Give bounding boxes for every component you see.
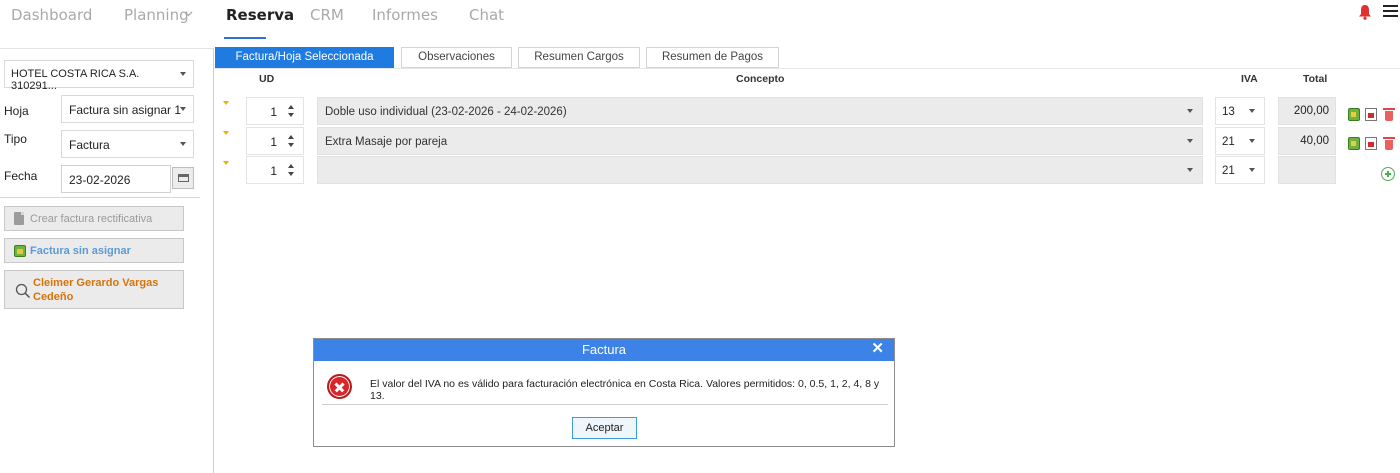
tipo-label: Tipo (4, 132, 27, 146)
ud-stepper[interactable]: 1 (246, 127, 304, 155)
row-expand-icon[interactable] (223, 161, 229, 165)
menu-icon[interactable] (1383, 5, 1398, 18)
invoice-icon (14, 245, 26, 257)
row-expand-icon[interactable] (223, 131, 229, 135)
dialog-message: El valor del IVA no es válido para factu… (370, 378, 880, 402)
caret-down-icon (1249, 109, 1255, 113)
ud-value: 1 (270, 135, 277, 149)
spinner-icon[interactable] (288, 164, 294, 176)
concepto-value: Extra Masaje por pareja (325, 136, 448, 148)
fecha-input[interactable]: 23-02-2026 (61, 165, 171, 193)
active-tab-indicator (224, 37, 266, 39)
bell-icon[interactable] (1358, 4, 1372, 20)
tab-bar-border (214, 68, 1400, 69)
trash-icon[interactable] (1383, 137, 1395, 150)
total-field (1278, 156, 1336, 184)
hoja-select-value: Factura sin asignar 1 (69, 103, 182, 117)
fecha-label: Fecha (4, 169, 38, 183)
tab-resumen-de-pagos[interactable]: Resumen de Pagos (646, 47, 779, 68)
dialog-divider (322, 404, 888, 405)
pdf-icon[interactable] (1365, 108, 1377, 121)
iva-value: 13 (1222, 106, 1235, 118)
fecha-input-value: 23-02-2026 (69, 173, 131, 187)
nav-reserva[interactable]: Reserva (226, 6, 294, 24)
invoice-icon[interactable] (1348, 137, 1360, 150)
dialog-title: Factura (581, 342, 627, 357)
column-header-concepto: Concepto (736, 73, 785, 85)
tab-factura-hoja-seleccionada[interactable]: Factura/Hoja Seleccionada (215, 47, 394, 68)
add-line-icon[interactable] (1381, 167, 1395, 181)
caret-down-icon (1249, 168, 1255, 172)
total-field: 200,00 (1278, 97, 1336, 125)
chevron-down-icon[interactable] (184, 11, 193, 17)
ud-stepper[interactable]: 1 (246, 97, 304, 125)
spinner-icon[interactable] (288, 135, 294, 147)
concepto-select[interactable]: Doble uso individual (23-02-2026 - 24-02… (317, 97, 1203, 125)
iva-value: 21 (1222, 165, 1235, 177)
nav-crm[interactable]: CRM (310, 6, 344, 24)
hoja-select[interactable]: Factura sin asignar 1 (61, 95, 194, 123)
caret-down-icon (1187, 168, 1193, 172)
caret-down-icon (1187, 109, 1193, 113)
concepto-value: Doble uso individual (23-02-2026 - 24-02… (325, 106, 567, 118)
calendar-button[interactable] (172, 167, 194, 189)
trash-icon[interactable] (1383, 108, 1395, 121)
column-header-total: Total (1303, 73, 1328, 85)
nav-chat[interactable]: Chat (469, 6, 504, 24)
factura-sin-asignar-button[interactable]: Factura sin asignar (4, 238, 184, 263)
ud-stepper[interactable]: 1 (246, 156, 304, 184)
caret-down-icon (1249, 139, 1255, 143)
concepto-select[interactable] (317, 156, 1203, 184)
tab-resumen-cargos[interactable]: Resumen Cargos (518, 47, 640, 68)
dialog-header: Factura ✕ (314, 339, 894, 361)
caret-down-icon (180, 107, 186, 111)
sidebar: HOTEL COSTA RICA S.A. 310291... Hoja Fac… (0, 48, 214, 473)
tipo-select[interactable]: Factura (61, 130, 194, 158)
invoice-icon[interactable] (1348, 108, 1360, 121)
concepto-select[interactable]: Extra Masaje por pareja (317, 127, 1203, 155)
column-header-ud: UD (259, 73, 275, 85)
total-field: 40,00 (1278, 127, 1336, 155)
nav-informes[interactable]: Informes (372, 6, 438, 24)
hoja-label: Hoja (4, 104, 29, 118)
caret-down-icon (180, 142, 186, 146)
hotel-select-value: HOTEL COSTA RICA S.A. 310291... (11, 68, 140, 92)
caret-down-icon (1187, 139, 1193, 143)
search-icon (15, 283, 31, 299)
document-icon (14, 212, 24, 225)
caret-down-icon (180, 72, 186, 76)
total-value: 40,00 (1300, 135, 1329, 147)
close-icon[interactable]: ✕ (871, 339, 884, 359)
client-name-line2: Cedeño (33, 291, 74, 303)
nav-dashboard[interactable]: Dashboard (11, 6, 92, 24)
iva-select[interactable]: 13 (1215, 97, 1265, 125)
error-icon (327, 374, 352, 399)
iva-select[interactable]: 21 (1215, 156, 1265, 184)
pdf-icon[interactable] (1365, 137, 1377, 150)
sidebar-divider (0, 197, 200, 198)
tab-observaciones[interactable]: Observaciones (401, 47, 512, 68)
column-header-iva: IVA (1241, 73, 1258, 85)
top-navigation: Dashboard Planning Reserva CRM Informes … (0, 0, 1400, 40)
row-expand-icon[interactable] (223, 101, 229, 105)
total-value: 200,00 (1293, 105, 1329, 117)
factura-sin-asignar-label: Factura sin asignar (30, 245, 131, 257)
spinner-icon[interactable] (288, 105, 294, 117)
iva-select[interactable]: 21 (1215, 127, 1265, 155)
client-button[interactable]: Cleimer Gerardo Vargas Cedeño (4, 270, 184, 309)
ud-value: 1 (270, 105, 277, 119)
error-dialog: Factura ✕ El valor del IVA no es válido … (313, 338, 895, 447)
calendar-icon (178, 174, 189, 182)
iva-value: 21 (1222, 136, 1235, 148)
client-name-line1: Cleimer Gerardo Vargas (33, 277, 159, 289)
crear-factura-rectificativa-button[interactable]: Crear factura rectificativa (4, 206, 184, 231)
crear-factura-rectificativa-label: Crear factura rectificativa (30, 213, 153, 225)
nav-planning[interactable]: Planning (124, 6, 189, 24)
tipo-select-value: Factura (69, 138, 110, 152)
hotel-select[interactable]: HOTEL COSTA RICA S.A. 310291... (4, 60, 194, 92)
aceptar-button[interactable]: Aceptar (572, 417, 637, 439)
ud-value: 1 (270, 164, 277, 178)
